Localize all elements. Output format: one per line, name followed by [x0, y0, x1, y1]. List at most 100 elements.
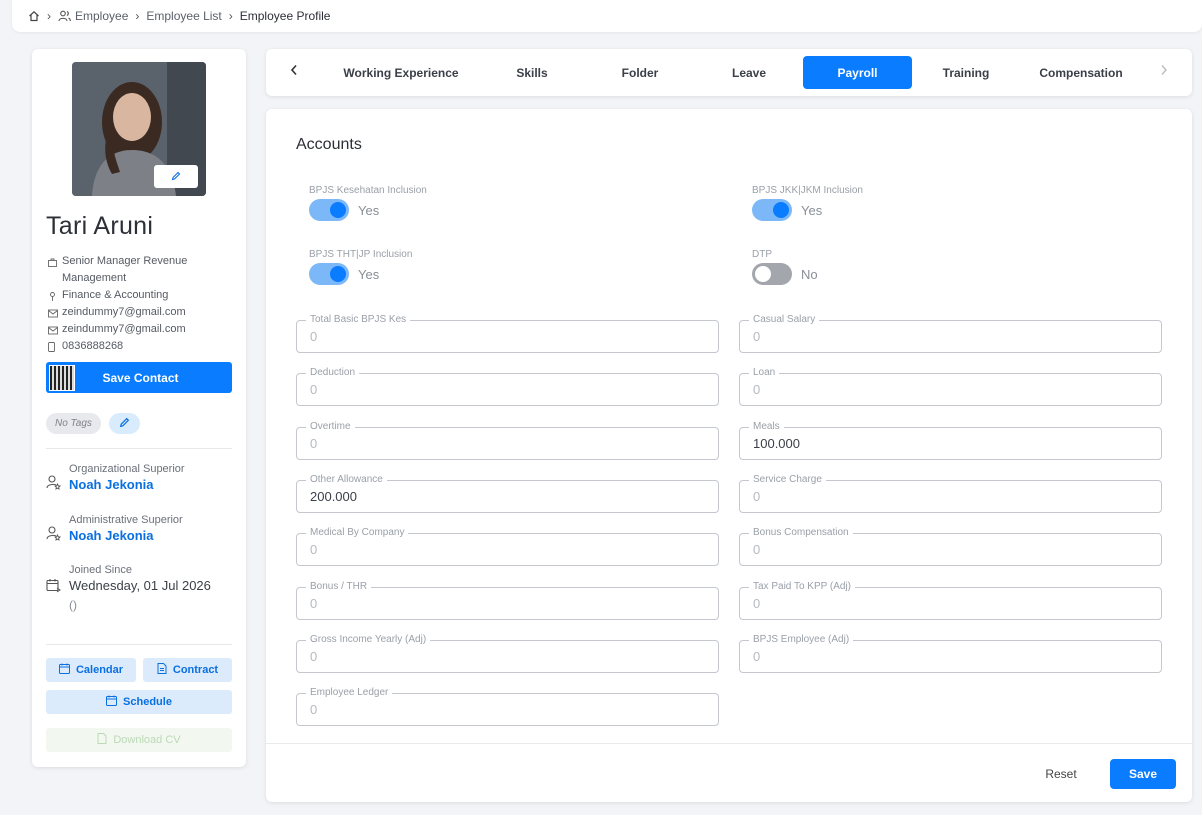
tabs-scroll-left-button[interactable] — [286, 63, 302, 81]
deduction-value: 0 — [310, 382, 318, 397]
total-basic-bpjs-label: Total Basic BPJS Kes — [306, 314, 411, 326]
bpjs-employee-field[interactable]: BPJS Employee (Adj) 0 — [739, 634, 1162, 673]
profile-tabs: Working Experience Skills Folder Leave P… — [266, 49, 1192, 96]
accounts-panel: Accounts BPJS Kesehatan Inclusion Yes BP… — [266, 109, 1192, 802]
schedule-button[interactable]: Schedule — [46, 690, 232, 714]
service-charge-label: Service Charge — [749, 474, 826, 486]
position-info: Senior Manager Revenue Management — [48, 253, 228, 287]
chevron-right-icon: › — [228, 9, 233, 23]
employee-ledger-field[interactable]: Employee Ledger 0 — [296, 687, 719, 726]
breadcrumb-employee[interactable]: Employee — [75, 9, 128, 23]
administrative-superior: Administrative Superior Noah Jekonia — [46, 514, 183, 546]
organizational-superior: Organizational Superior Noah Jekonia — [46, 463, 185, 495]
tab-folder[interactable]: Folder — [586, 56, 694, 89]
deduction-field[interactable]: Deduction 0 — [296, 367, 719, 406]
tax-paid-label: Tax Paid To KPP (Adj) — [749, 581, 856, 593]
admin-superior-link[interactable]: Noah Jekonia — [69, 528, 183, 543]
tab-leave[interactable]: Leave — [695, 56, 803, 89]
bonus-thr-field[interactable]: Bonus / THR 0 — [296, 581, 719, 620]
overtime-field[interactable]: Overtime 0 — [296, 421, 719, 460]
bpjs-kesehatan-switch[interactable] — [309, 199, 349, 221]
gross-income-value: 0 — [310, 649, 318, 664]
users-icon — [58, 10, 71, 22]
bonus-thr-label: Bonus / THR — [306, 581, 372, 593]
user-star-icon — [46, 514, 62, 546]
meals-field[interactable]: Meals 100.000 — [739, 421, 1162, 460]
tag-badge: No Tags — [46, 413, 101, 434]
phone-icon — [48, 338, 58, 358]
overtime-value: 0 — [310, 436, 318, 451]
casual-salary-value: 0 — [753, 329, 761, 344]
position-text: Senior Manager Revenue Management — [62, 255, 188, 284]
save-contact-button[interactable]: Save Contact — [46, 362, 232, 393]
employee-name: Tari Aruni — [46, 212, 154, 240]
casual-salary-field[interactable]: Casual Salary 0 — [739, 314, 1162, 353]
save-button[interactable]: Save — [1110, 759, 1176, 789]
tab-training[interactable]: Training — [912, 56, 1020, 89]
breadcrumb-employee-profile: Employee Profile — [239, 9, 331, 23]
medical-by-company-value: 0 — [310, 542, 318, 557]
tab-skills[interactable]: Skills — [478, 56, 586, 89]
tab-working-experience[interactable]: Working Experience — [330, 56, 472, 89]
calendar-icon — [58, 663, 70, 677]
medical-by-company-field[interactable]: Medical By Company 0 — [296, 527, 719, 566]
pencil-icon — [171, 168, 181, 186]
total-basic-bpjs-field[interactable]: Total Basic BPJS Kes 0 — [296, 314, 719, 353]
phone-info: 0836888268 — [48, 338, 123, 358]
tabs-scroll-right-button[interactable] — [1156, 63, 1172, 81]
joined-date: Wednesday, 01 Jul 2026 — [69, 578, 211, 593]
dtp-switch[interactable] — [752, 263, 792, 285]
bpjs-jkk-state: Yes — [801, 202, 823, 218]
bonus-compensation-field[interactable]: Bonus Compensation 0 — [739, 527, 1162, 566]
joined-extra: () — [69, 598, 77, 612]
qr-code-icon — [49, 364, 75, 391]
bpjs-jkk-label: BPJS JKK|JKM Inclusion — [752, 185, 863, 196]
dtp-state: No — [801, 266, 818, 282]
edit-tags-button[interactable] — [108, 413, 140, 434]
save-contact-label: Save Contact — [102, 370, 179, 385]
home-icon[interactable] — [28, 10, 40, 22]
joined-since: Joined Since Wednesday, 01 Jul 2026 () — [46, 564, 211, 612]
edit-photo-button[interactable] — [154, 165, 198, 188]
chevron-left-icon — [290, 63, 298, 81]
medical-by-company-label: Medical By Company — [306, 527, 409, 539]
tags-row: No Tags — [46, 413, 140, 434]
bpjs-employee-label: BPJS Employee (Adj) — [749, 634, 854, 646]
bpjs-jkk-switch[interactable] — [752, 199, 792, 221]
phone-text[interactable]: 0836888268 — [62, 338, 123, 358]
bonus-thr-value: 0 — [310, 596, 318, 611]
loan-field[interactable]: Loan 0 — [739, 367, 1162, 406]
calendar-button[interactable]: Calendar — [46, 658, 136, 682]
tab-payroll[interactable]: Payroll — [803, 56, 912, 89]
employee-ledger-value: 0 — [310, 702, 318, 717]
footer-divider — [266, 743, 1192, 744]
bpjs-tht-label: BPJS THT|JP Inclusion — [309, 249, 413, 260]
bpjs-tht-switch[interactable] — [309, 263, 349, 285]
dtp-label: DTP — [752, 249, 772, 260]
calendar-button-label: Calendar — [75, 664, 124, 676]
contract-button[interactable]: Contract — [143, 658, 232, 682]
reset-button[interactable]: Reset — [1030, 759, 1092, 789]
gross-income-field[interactable]: Gross Income Yearly (Adj) 0 — [296, 634, 719, 673]
schedule-button-label: Schedule — [123, 696, 172, 708]
bonus-compensation-label: Bonus Compensation — [749, 527, 853, 539]
other-allowance-value: 200.000 — [310, 489, 357, 504]
other-allowance-label: Other Allowance — [306, 474, 387, 486]
download-cv-button[interactable]: Download CV — [46, 728, 232, 752]
dtp-toggle-group: DTP No — [752, 249, 818, 285]
meals-value: 100.000 — [753, 436, 800, 451]
service-charge-field[interactable]: Service Charge 0 — [739, 474, 1162, 513]
org-superior-label: Organizational Superior — [69, 463, 185, 475]
briefcase-icon — [48, 253, 58, 287]
bpjs-employee-value: 0 — [753, 649, 761, 664]
chevron-right-icon — [1160, 63, 1168, 81]
admin-superior-label: Administrative Superior — [69, 514, 183, 526]
org-superior-link[interactable]: Noah Jekonia — [69, 477, 185, 492]
breadcrumb-employee-list[interactable]: Employee List — [146, 9, 221, 23]
other-allowance-field[interactable]: Other Allowance 200.000 — [296, 474, 719, 513]
tax-paid-field[interactable]: Tax Paid To KPP (Adj) 0 — [739, 581, 1162, 620]
contract-button-label: Contract — [172, 664, 219, 676]
total-basic-bpjs-value: 0 — [310, 329, 318, 344]
divider — [46, 448, 232, 449]
tab-compensation[interactable]: Compensation — [1020, 56, 1142, 89]
